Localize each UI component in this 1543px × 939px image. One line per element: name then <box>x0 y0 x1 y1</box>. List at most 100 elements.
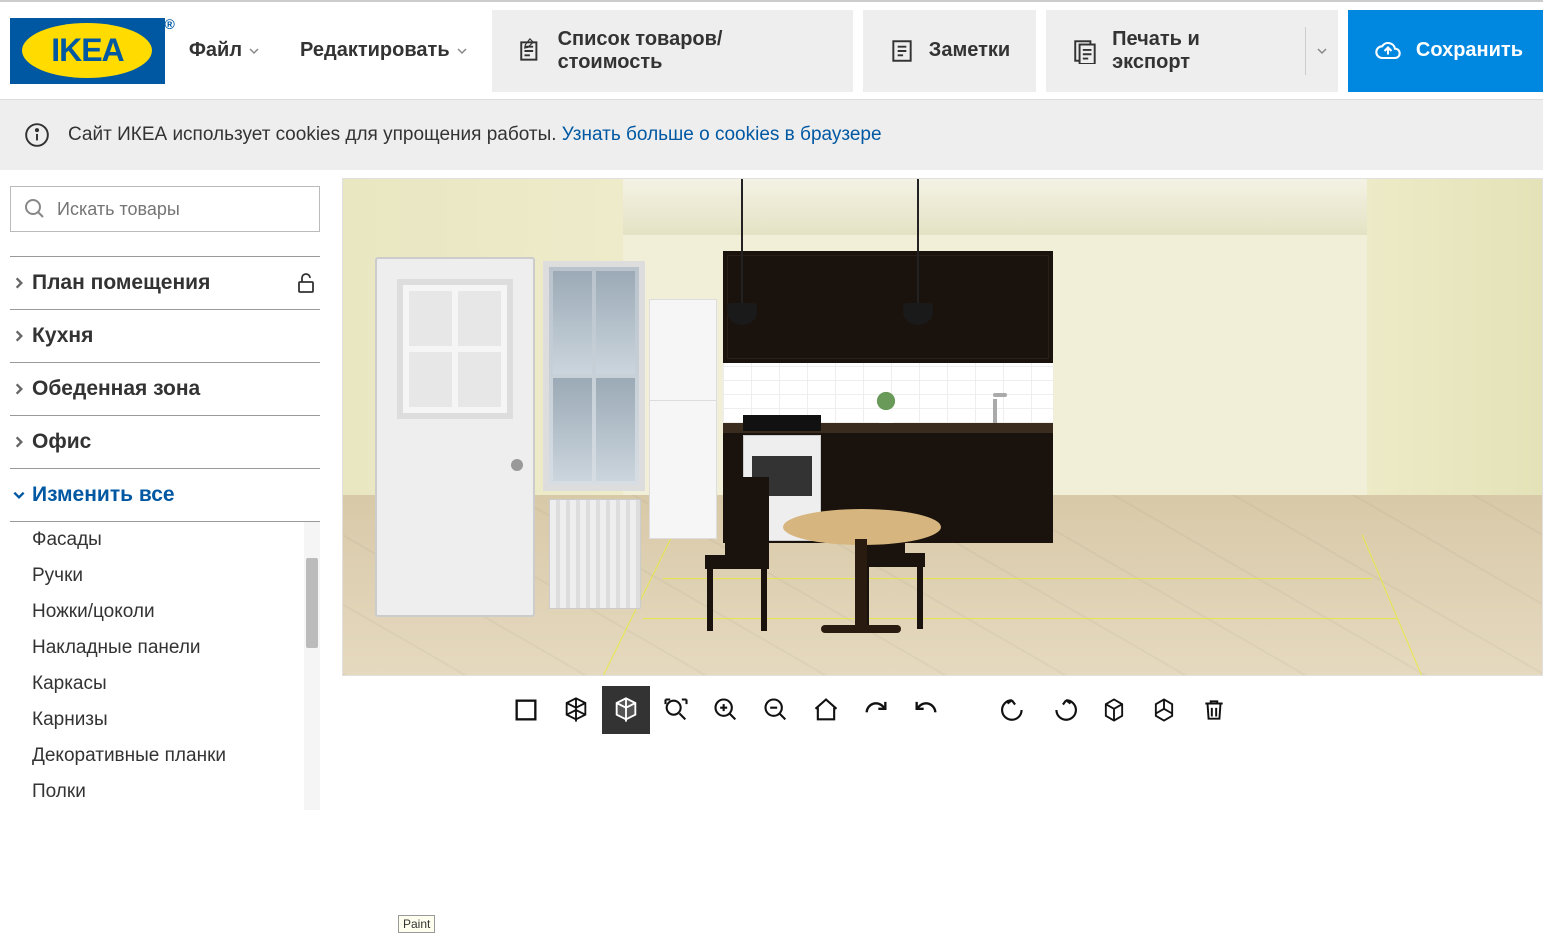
square-icon <box>512 696 540 724</box>
sub-item[interactable]: Карнизы <box>10 702 298 738</box>
product-list-button[interactable]: Список товаров/стоимость <box>492 10 853 92</box>
view-3d-solid-button[interactable] <box>602 686 650 734</box>
cookie-link[interactable]: Узнать больше о cookies в браузере <box>562 124 882 145</box>
sub-item[interactable]: Ножки/цоколи <box>10 594 298 630</box>
menu-file[interactable]: Файл <box>173 31 276 70</box>
sidebar-section-office[interactable]: Офис <box>10 416 320 469</box>
scene-chair <box>855 475 935 635</box>
logo-text: IKEA <box>51 32 123 69</box>
scene-cooktop <box>743 415 821 431</box>
sub-item[interactable]: Полки <box>10 774 298 810</box>
box-side-button[interactable] <box>1140 686 1188 734</box>
zoom-in-button[interactable] <box>702 686 750 734</box>
unlock-icon <box>294 271 318 295</box>
box-front-icon <box>1100 696 1128 724</box>
save-label: Сохранить <box>1416 39 1523 62</box>
chevron-down-icon <box>12 488 26 502</box>
sub-item[interactable]: Ручки <box>10 558 298 594</box>
scene-pendant-lamp <box>741 179 743 319</box>
chevron-right-icon <box>12 276 26 290</box>
scene-table-base <box>821 625 901 633</box>
menu-file-label: Файл <box>189 39 242 62</box>
sidebar-section-dining[interactable]: Обеденная зона <box>10 363 320 416</box>
sidebar-label: Изменить все <box>32 483 318 507</box>
scene-chair <box>695 477 775 637</box>
menu-edit[interactable]: Редактировать <box>284 31 484 70</box>
scene-door <box>375 257 535 617</box>
sidebar-section-kitchen[interactable]: Кухня <box>10 310 320 363</box>
sub-item[interactable]: Фасады <box>10 522 298 558</box>
paint-tooltip: Paint <box>398 915 435 933</box>
cube-solid-icon <box>612 696 640 724</box>
zoom-fit-button[interactable] <box>652 686 700 734</box>
notes-label: Заметки <box>929 39 1010 62</box>
undo-arrow-icon <box>911 696 941 724</box>
cookie-text: Сайт ИКЕА использует cookies для упрощен… <box>68 124 562 145</box>
rotate-left-button[interactable] <box>990 686 1038 734</box>
chevron-right-icon <box>12 382 26 396</box>
view-2d-button[interactable] <box>502 686 550 734</box>
delete-button[interactable] <box>1190 686 1238 734</box>
sidebar: План помещения Кухня Обеденная зона Офис… <box>0 170 330 810</box>
sub-item[interactable]: Накладные панели <box>10 630 298 666</box>
zoom-out-button[interactable] <box>752 686 800 734</box>
rotate-right-button[interactable] <box>1040 686 1088 734</box>
save-button[interactable]: Сохранить <box>1348 10 1543 92</box>
box-side-icon <box>1150 696 1178 724</box>
search-input[interactable] <box>57 199 307 220</box>
view-3d-wire-button[interactable] <box>552 686 600 734</box>
trash-icon <box>1201 696 1227 724</box>
sidebar-label: План помещения <box>32 271 288 295</box>
sub-item[interactable]: Декоративные планки <box>10 738 298 774</box>
redo-arrow-icon <box>861 696 891 724</box>
chevron-down-icon <box>456 45 468 57</box>
chevron-right-icon <box>12 329 26 343</box>
logo-registered: ® <box>165 16 175 32</box>
sidebar-section-change-all[interactable]: Изменить все <box>10 469 320 522</box>
sidebar-scrollbar[interactable] <box>304 522 320 810</box>
scene-table-leg <box>855 539 867 631</box>
list-price-icon <box>518 38 544 64</box>
cookie-banner: Сайт ИКЕА использует cookies для упрощен… <box>0 100 1543 170</box>
sidebar-label: Офис <box>32 430 318 454</box>
chevron-down-icon <box>1316 45 1328 57</box>
sub-item[interactable]: Каркасы <box>10 666 298 702</box>
search-box[interactable] <box>10 186 320 232</box>
scene-pendant-lamp <box>917 179 919 319</box>
undo-button[interactable] <box>902 686 950 734</box>
notes-icon <box>889 38 915 64</box>
scene-upper-cabinets <box>723 251 1053 363</box>
scroll-thumb[interactable] <box>306 558 318 648</box>
product-list-label: Список товаров/стоимость <box>558 28 827 74</box>
zoom-out-icon <box>762 696 790 724</box>
home-view-button[interactable] <box>802 686 850 734</box>
rotate-left-icon <box>1001 695 1027 725</box>
cloud-save-icon <box>1374 37 1402 65</box>
scene-plant <box>873 379 899 423</box>
rotate-right-icon <box>1051 695 1077 725</box>
notes-button[interactable]: Заметки <box>863 10 1036 92</box>
3d-viewport[interactable] <box>342 178 1543 676</box>
search-icon <box>23 197 47 221</box>
redo-button[interactable] <box>852 686 900 734</box>
cube-wire-icon <box>562 696 590 724</box>
ikea-logo[interactable]: IKEA ® <box>10 18 165 84</box>
chevron-down-icon <box>248 45 260 57</box>
print-export-button[interactable]: Печать и экспорт <box>1046 10 1338 92</box>
info-icon <box>24 122 50 148</box>
zoom-fit-icon <box>662 696 690 724</box>
sidebar-section-floorplan[interactable]: План помещения <box>10 256 320 310</box>
document-icon <box>1072 38 1098 64</box>
zoom-in-icon <box>712 696 740 724</box>
print-export-label: Печать и экспорт <box>1112 28 1283 74</box>
lock-toggle[interactable] <box>294 271 318 295</box>
box-front-button[interactable] <box>1090 686 1138 734</box>
sidebar-label: Обеденная зона <box>32 377 318 401</box>
menu-edit-label: Редактировать <box>300 39 450 62</box>
view-toolbar <box>342 676 1543 734</box>
home-icon <box>812 696 840 724</box>
top-toolbar: IKEA ® Файл Редактировать Список товаров… <box>0 0 1543 100</box>
sidebar-label: Кухня <box>32 324 318 348</box>
print-export-dropdown[interactable] <box>1305 27 1338 75</box>
chevron-right-icon <box>12 435 26 449</box>
